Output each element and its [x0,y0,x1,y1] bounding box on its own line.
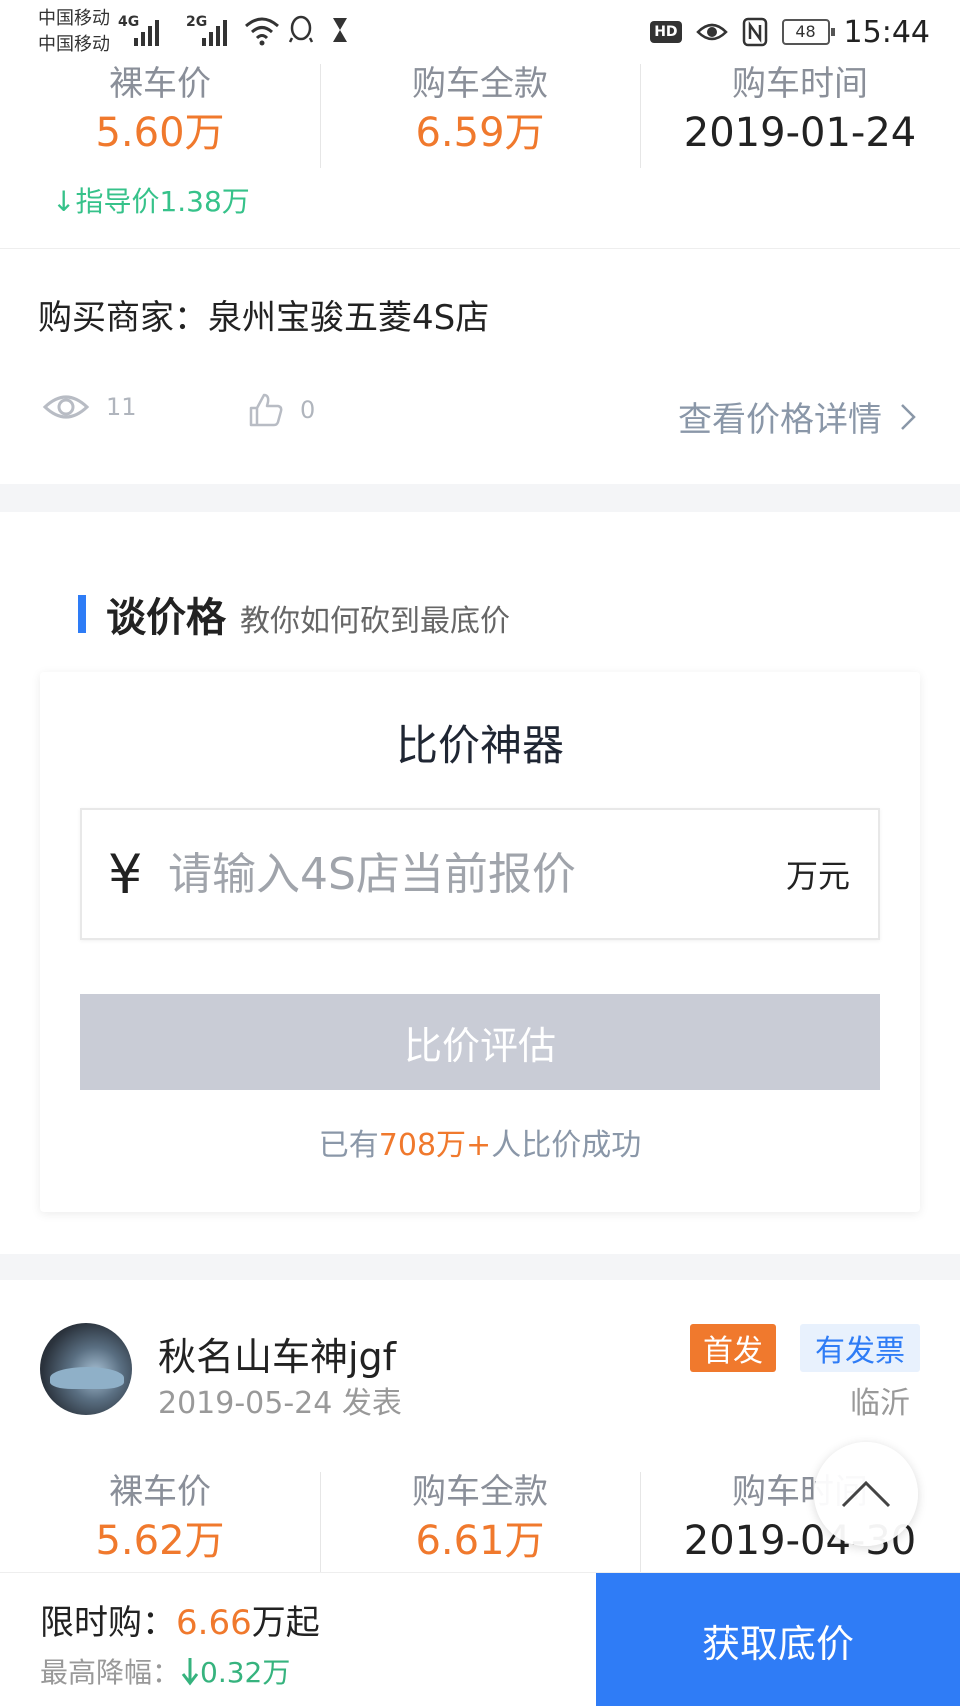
price-compare-title: 比价神器 [395,721,564,770]
battery-icon: 48 [781,19,835,45]
haggle-subtitle: 教你如何砍到最底价 [240,604,510,639]
bottom-bar: 限时购：6.66万起 最高降幅： 0.32万 获取底价 [0,1572,960,1706]
max-drop-amount: 0.32万 [180,1651,290,1691]
currency-symbol: ¥ [108,842,143,906]
full-price-label: 购车全款 [412,64,548,104]
avatar[interactable] [40,1323,132,1415]
signal-2-icon [202,16,232,46]
post-full-price-label: 购车全款 [412,1472,548,1512]
full-price-value: 6.59万 [415,110,545,156]
haggle-section-header: 谈价格 教你如何砍到最底价 [78,585,510,643]
carrier-1: 中国移动 [38,8,110,29]
view-price-details-link[interactable]: 查看价格详情 [678,392,916,441]
bare-price-col: 裸车价 5.60万 [0,64,320,174]
price-evaluate-button[interactable]: 比价评估 [80,994,880,1090]
hourglass-icon [333,18,347,42]
dealer-name: 购买商家：泉州宝骏五菱4S店 [38,298,490,338]
max-drop-value: 0.32万 [200,1656,291,1689]
flash-sale-suffix: 万起 [251,1603,320,1643]
section-gap-2 [0,1254,960,1280]
post-bare-price-label: 裸车价 [109,1472,211,1512]
get-lowest-price-button[interactable]: 获取底价 [596,1573,960,1706]
flash-sale-label: 限时购： [40,1603,176,1643]
max-drop-text: 最高降幅： 0.32万 [40,1651,290,1691]
post-full-price-col: 购车全款 6.61万 [320,1472,640,1576]
back-to-top-button[interactable] [814,1442,918,1546]
like-button[interactable]: 0 [248,392,315,428]
section-accent-bar [78,595,86,633]
status-bar: 中国移动 中国移动 4G 2G HD 48 15:44 [0,0,960,64]
like-count-value: 0 [300,396,316,424]
view-count-value: 11 [106,393,137,421]
first-post-badge: 首发 [690,1324,776,1372]
bare-price-label: 裸车价 [109,64,211,104]
purchase-date-label: 购车时间 [732,64,868,104]
quote-input-box: ¥ 万元 [80,808,880,940]
carrier-info: 中国移动 中国移动 [38,6,110,58]
success-count: 708万+ [378,1128,492,1163]
purchase-date-value: 2019-01-24 [683,110,917,156]
price-summary-top: 裸车价 5.60万 购车全款 6.59万 购车时间 2019-01-24 [0,64,960,174]
price-compare-card: 比价神器 ¥ 万元 比价评估 已有708万+人比价成功 [40,672,920,1212]
invoice-badge: 有发票 [800,1324,920,1372]
clock: 15:44 [843,14,930,50]
carrier-2: 中国移动 [38,34,110,55]
success-suffix: 人比价成功 [491,1128,642,1163]
view-count: 11 [42,392,137,422]
success-prefix: 已有 [318,1128,379,1163]
unit-label: 万元 [785,857,850,895]
purchase-date-col: 购车时间 2019-01-24 [640,64,960,174]
section-gap [0,484,960,512]
divider [0,248,960,249]
full-price-col: 购车全款 6.59万 [320,64,640,174]
eye-icon [42,395,90,419]
post-username[interactable]: 秋名山车神jgf [158,1326,396,1381]
post-city: 临沂 [850,1386,910,1421]
max-drop-label: 最高降幅： [40,1656,181,1689]
flash-sale-text: 限时购：6.66万起 [40,1595,320,1644]
post-bare-price-value: 5.62万 [95,1518,225,1564]
post-full-price-value: 6.61万 [415,1518,545,1564]
nfc-icon [742,17,767,47]
haggle-title: 谈价格 [106,595,226,641]
flash-sale-price: 6.66 [176,1603,252,1643]
hd-badge: HD [650,21,682,43]
thumbs-up-icon [249,393,283,427]
post-purchase-date-value: 2019-04-30 [683,1518,917,1564]
success-count-text: 已有708万+人比价成功 [40,1120,920,1164]
chevron-right-icon [901,403,916,430]
eye-comfort-icon [695,23,728,41]
chevron-up-icon [841,1480,891,1508]
view-price-details-label: 查看价格详情 [678,400,882,440]
qq-icon [288,15,314,43]
wifi-icon [245,17,279,46]
signal-1-icon [134,16,164,46]
post-date: 2019-05-24 发表 [158,1386,402,1421]
post-bare-price-col: 裸车价 5.62万 [0,1472,320,1572]
arrow-down-icon [181,1658,199,1686]
guide-price-drop: ↓指导价1.38万 [52,185,250,218]
bare-price-value: 5.60万 [95,110,225,156]
quote-input[interactable] [168,848,786,900]
